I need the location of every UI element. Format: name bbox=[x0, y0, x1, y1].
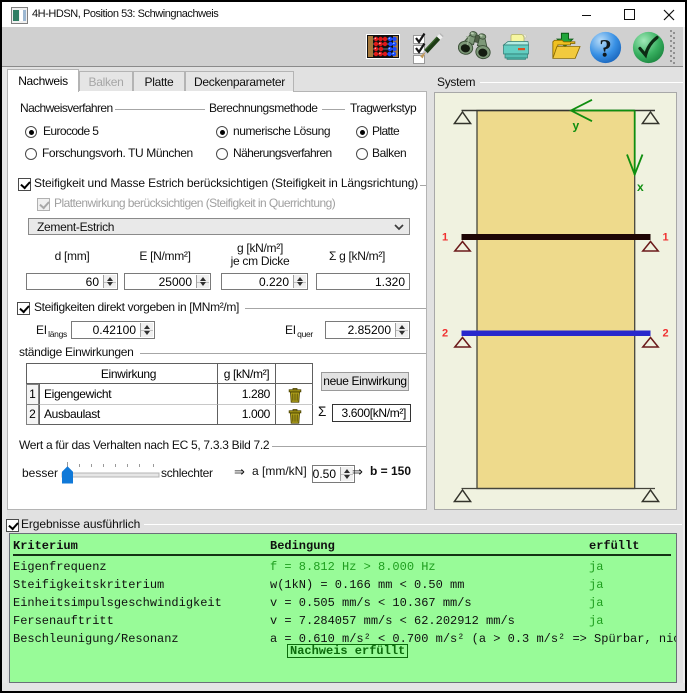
svg-text:?: ? bbox=[599, 36, 612, 63]
svg-text:2: 2 bbox=[442, 328, 448, 340]
svg-text:1: 1 bbox=[442, 232, 448, 244]
svg-text:1: 1 bbox=[663, 232, 669, 244]
svg-text:y: y bbox=[573, 119, 580, 133]
svg-text:x: x bbox=[637, 180, 644, 194]
svg-text:2: 2 bbox=[663, 328, 669, 340]
